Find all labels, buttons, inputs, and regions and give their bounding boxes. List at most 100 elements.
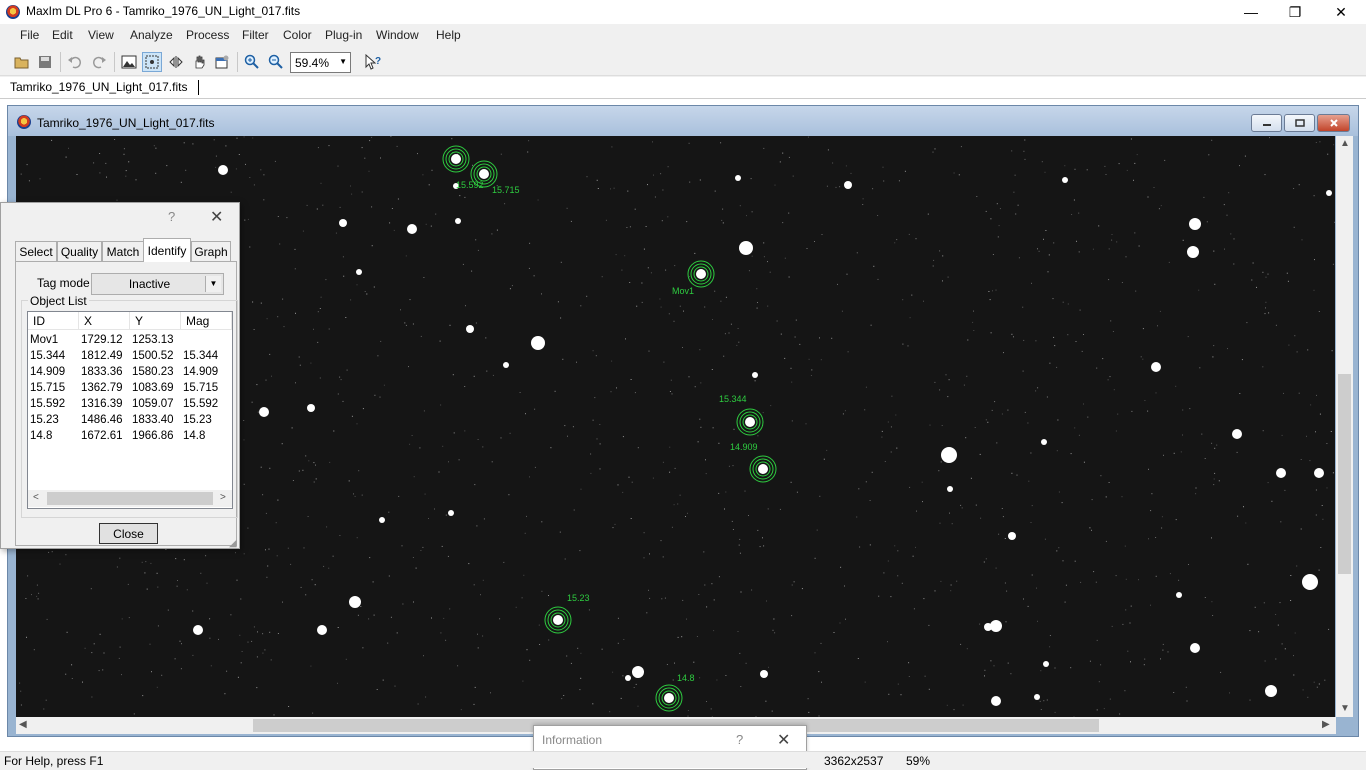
- star: [1232, 429, 1242, 439]
- zoom-select[interactable]: 59.4% ▼: [290, 52, 351, 73]
- select-icon[interactable]: [142, 52, 162, 72]
- scroll-up-icon[interactable]: ▲: [1340, 138, 1350, 149]
- column-header-id[interactable]: ID: [28, 312, 79, 330]
- object-list-label: Object List: [28, 294, 89, 308]
- star: [1187, 246, 1199, 258]
- tagged-star: [553, 615, 563, 625]
- svg-text:?: ?: [375, 56, 381, 67]
- mdi-maximize-button[interactable]: [1284, 114, 1315, 132]
- menu-edit[interactable]: Edit: [52, 28, 73, 42]
- star: [307, 404, 315, 412]
- menu-plugin[interactable]: Plug-in: [325, 28, 362, 42]
- tab-graph[interactable]: Graph: [191, 241, 231, 261]
- star: [1189, 218, 1201, 230]
- status-help-text: For Help, press F1: [4, 754, 103, 768]
- scroll-right-icon[interactable]: ▶: [1322, 719, 1330, 730]
- tagged-star: [451, 154, 461, 164]
- scroll-right-icon[interactable]: >: [220, 492, 226, 503]
- list-item[interactable]: 15.5921316.391059.0715.592: [28, 398, 232, 414]
- star: [448, 510, 454, 516]
- cell-y: 1083.69: [132, 382, 174, 394]
- resize-grip-icon[interactable]: ◢: [229, 538, 237, 549]
- status-image-dimensions: 3362x2537: [824, 754, 883, 768]
- tagged-star: [479, 169, 489, 179]
- menu-filter[interactable]: Filter: [242, 28, 269, 42]
- menu-help[interactable]: Help: [436, 28, 461, 42]
- tab-identify[interactable]: Identify: [143, 238, 191, 262]
- tagged-star: [758, 464, 768, 474]
- column-header-x[interactable]: X: [79, 312, 130, 330]
- list-item[interactable]: 14.9091833.361580.2314.909: [28, 366, 232, 382]
- star-label: 15.23: [567, 593, 590, 603]
- tab-separator: [198, 80, 199, 95]
- close-icon[interactable]: ✕: [210, 207, 223, 227]
- tag-mode-label: Tag mode: [37, 276, 90, 290]
- list-item[interactable]: 15.3441812.491500.5215.344: [28, 350, 232, 366]
- menu-color[interactable]: Color: [283, 28, 312, 42]
- help-icon[interactable]: ?: [168, 209, 175, 224]
- menu-process[interactable]: Process: [186, 28, 229, 42]
- menu-window[interactable]: Window: [376, 28, 419, 42]
- close-icon[interactable]: ✕: [777, 730, 790, 750]
- tab-select[interactable]: Select: [15, 241, 57, 261]
- close-button[interactable]: Close: [99, 523, 158, 544]
- redo-icon[interactable]: [89, 52, 109, 72]
- hand-icon[interactable]: [189, 52, 209, 72]
- properties-icon[interactable]: [212, 52, 232, 72]
- zoom-out-icon[interactable]: [266, 52, 286, 72]
- save-icon[interactable]: [35, 52, 55, 72]
- list-item[interactable]: 15.231486.461833.4015.23: [28, 414, 232, 430]
- menu-view[interactable]: View: [88, 28, 114, 42]
- help-icon[interactable]: ?: [736, 732, 743, 747]
- scroll-down-icon[interactable]: ▼: [1340, 703, 1350, 714]
- close-window-button[interactable]: ✕: [1318, 0, 1364, 24]
- image-window-title: Tamriko_1976_UN_Light_017.fits: [37, 116, 214, 130]
- flip-icon[interactable]: [166, 52, 186, 72]
- minimize-button[interactable]: —: [1228, 0, 1274, 24]
- cell-id: Mov1: [30, 334, 58, 346]
- star: [466, 325, 474, 333]
- menu-analyze[interactable]: Analyze: [130, 28, 173, 42]
- cell-mag: 14.8: [183, 430, 205, 442]
- star-label: 15.715: [492, 185, 520, 195]
- star: [844, 181, 852, 189]
- document-tab[interactable]: Tamriko_1976_UN_Light_017.fits: [10, 80, 187, 94]
- mdi-close-button[interactable]: [1317, 114, 1350, 132]
- column-header-y[interactable]: Y: [130, 312, 181, 330]
- star: [1043, 661, 1049, 667]
- context-help-icon[interactable]: ?: [363, 52, 383, 72]
- undo-icon[interactable]: [65, 52, 85, 72]
- status-zoom: 59%: [906, 754, 930, 768]
- list-item[interactable]: 15.7151362.791083.6915.715: [28, 382, 232, 398]
- object-list[interactable]: ID X Y Mag Mov11729.121253.1315.3441812.…: [27, 311, 233, 509]
- star-label: Mov1: [672, 286, 694, 296]
- scroll-left-icon[interactable]: ◀: [19, 719, 27, 730]
- restore-button[interactable]: ❐: [1272, 0, 1318, 24]
- cell-mag: 15.23: [183, 414, 212, 426]
- column-header-mag[interactable]: Mag: [181, 312, 232, 330]
- tab-quality[interactable]: Quality: [57, 241, 102, 261]
- cell-y: 1580.23: [132, 366, 174, 378]
- list-item[interactable]: Mov11729.121253.13: [28, 334, 232, 350]
- star: [193, 625, 203, 635]
- scroll-left-icon[interactable]: <: [33, 492, 39, 503]
- cell-mag: 15.344: [183, 350, 218, 362]
- image-icon[interactable]: [119, 52, 139, 72]
- menu-file[interactable]: File: [20, 28, 39, 42]
- vertical-scroll-thumb[interactable]: [1338, 374, 1351, 574]
- star: [218, 165, 228, 175]
- menu-bar: File Edit View Analyze Process Filter Co…: [0, 24, 1366, 46]
- image-window-title-bar[interactable]: Tamriko_1976_UN_Light_017.fits: [8, 106, 1358, 136]
- cell-id: 14.8: [30, 430, 52, 442]
- star: [1190, 643, 1200, 653]
- information-dialog-title[interactable]: Information: [542, 733, 602, 747]
- zoom-in-icon[interactable]: [242, 52, 262, 72]
- tab-match[interactable]: Match: [102, 241, 144, 261]
- mdi-minimize-button[interactable]: [1251, 114, 1282, 132]
- maxim-doc-icon: [17, 115, 31, 129]
- tag-mode-select[interactable]: Inactive ▼: [91, 273, 224, 295]
- chevron-down-icon: ▼: [339, 57, 347, 66]
- open-icon[interactable]: [12, 52, 32, 72]
- list-scroll-thumb[interactable]: [47, 492, 213, 505]
- list-item[interactable]: 14.81672.611966.8614.8: [28, 430, 232, 446]
